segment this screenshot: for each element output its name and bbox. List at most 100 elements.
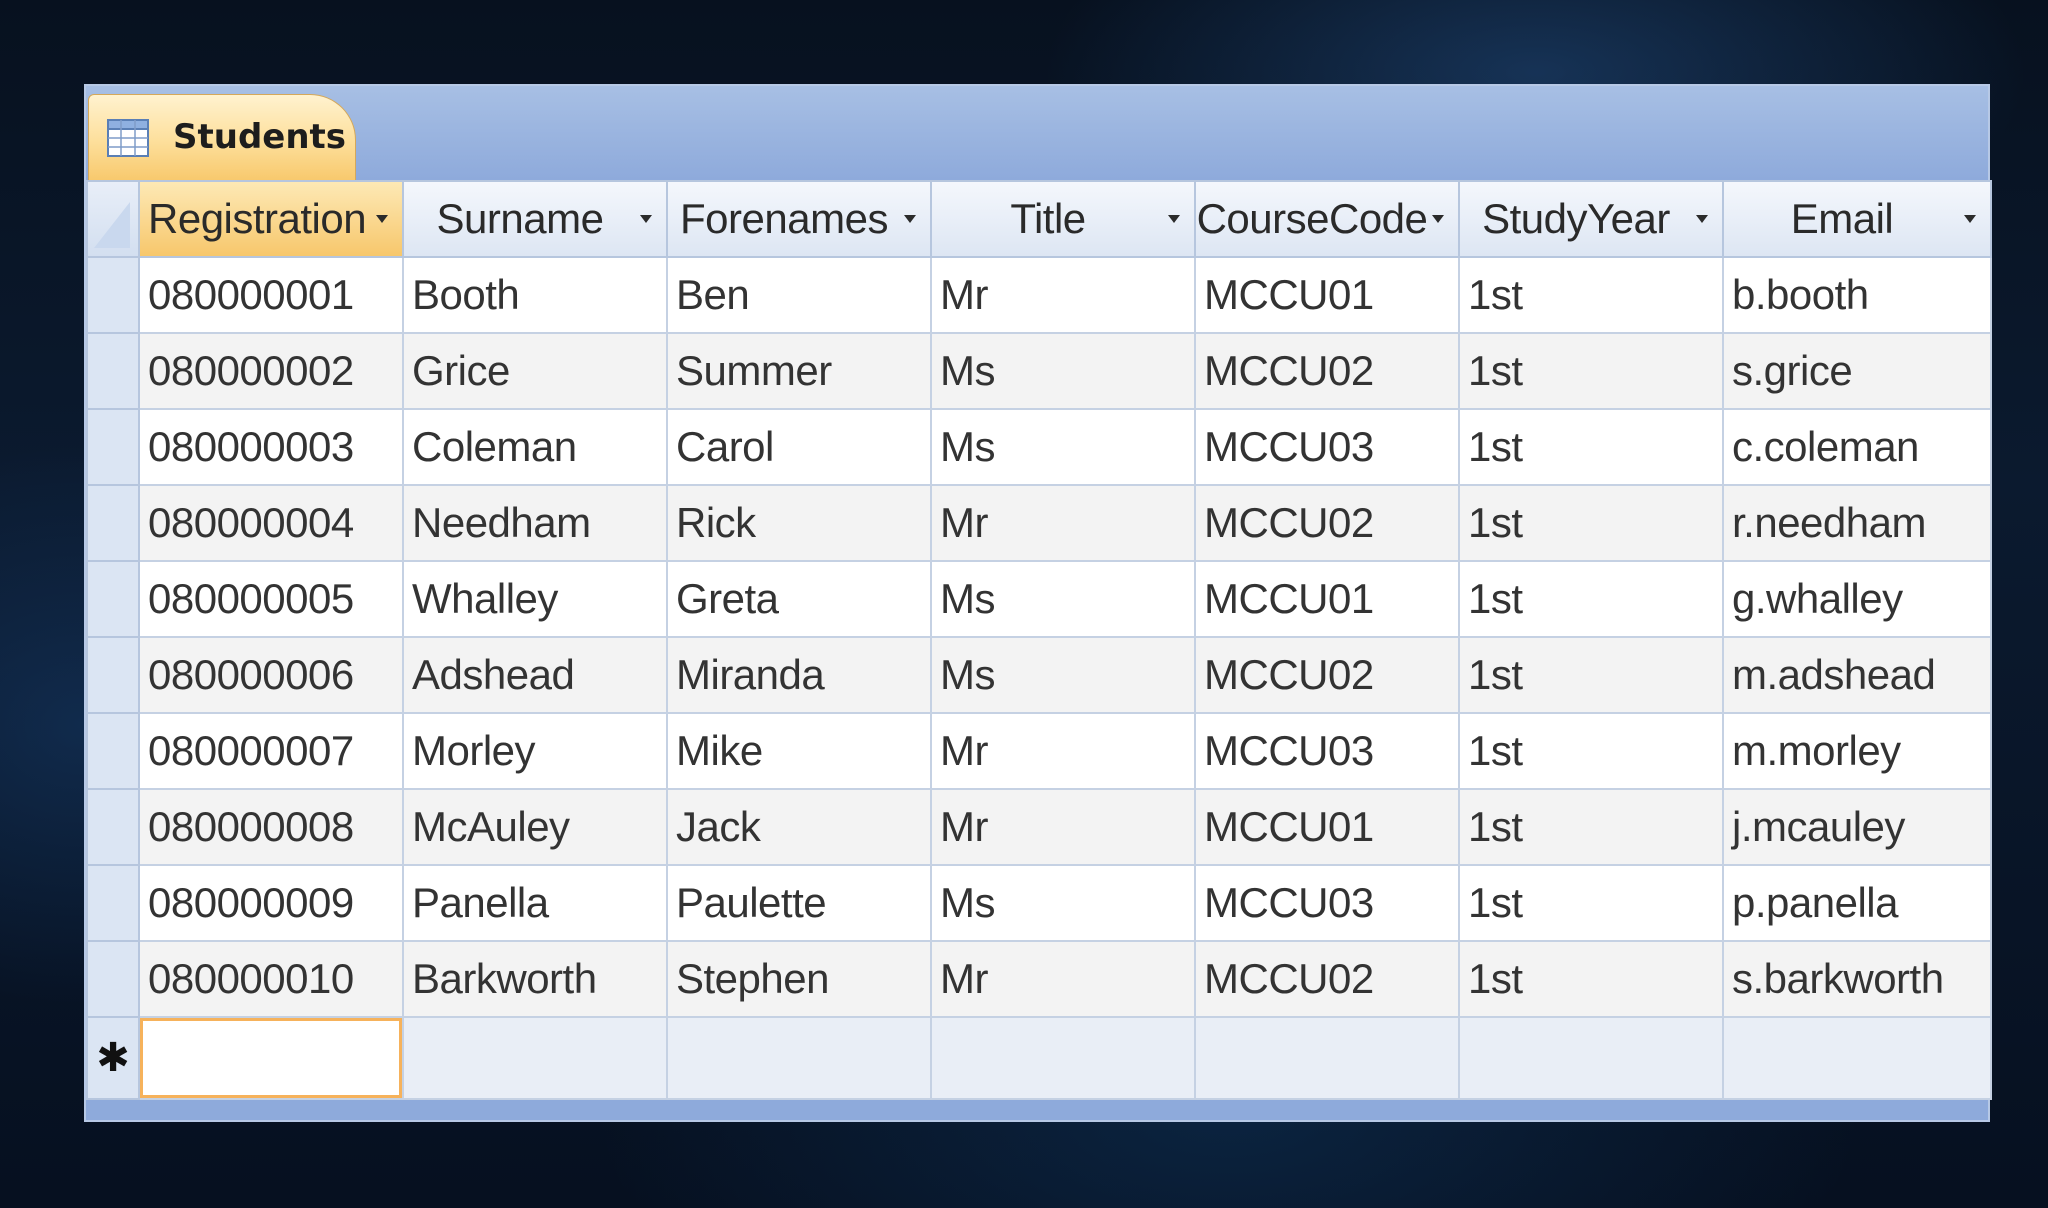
dropdown-arrow-icon[interactable] — [640, 215, 652, 223]
cell-registration[interactable]: 080000006 — [138, 636, 404, 714]
cell-title[interactable]: Ms — [930, 560, 1196, 638]
dropdown-arrow-icon[interactable] — [376, 215, 388, 223]
cell-registration[interactable]: 080000008 — [138, 788, 404, 866]
cell-registration[interactable]: 080000009 — [138, 864, 404, 942]
record-selector[interactable] — [86, 332, 140, 410]
record-selector[interactable] — [86, 864, 140, 942]
cell-title[interactable]: Mr — [930, 712, 1196, 790]
cell-surname[interactable]: Adshead — [402, 636, 668, 714]
column-header-coursecode[interactable]: CourseCode — [1194, 180, 1460, 258]
table-row[interactable]: 080000007 Morley Mike Mr MCCU03 1st m.morley — [86, 712, 1992, 790]
new-cell-studyyear[interactable] — [1458, 1016, 1724, 1100]
cell-surname[interactable]: Grice — [402, 332, 668, 410]
cell-title[interactable]: Mr — [930, 484, 1196, 562]
dropdown-arrow-icon[interactable] — [1168, 215, 1180, 223]
record-selector[interactable] — [86, 256, 140, 334]
record-selector[interactable] — [86, 788, 140, 866]
cell-registration[interactable]: 080000001 — [138, 256, 404, 334]
cell-email[interactable]: p.panella — [1722, 864, 1992, 942]
new-cell-email[interactable] — [1722, 1016, 1992, 1100]
record-selector[interactable] — [86, 712, 140, 790]
record-selector[interactable] — [86, 484, 140, 562]
new-cell-forenames[interactable] — [666, 1016, 932, 1100]
table-row[interactable]: 080000002 Grice Summer Ms MCCU02 1st s.grice — [86, 332, 1992, 410]
cell-forenames[interactable]: Miranda — [666, 636, 932, 714]
cell-studyyear[interactable]: 1st — [1458, 864, 1724, 942]
cell-coursecode[interactable]: MCCU02 — [1194, 332, 1460, 410]
record-selector[interactable]: ✱ — [86, 1016, 140, 1100]
cell-surname[interactable]: Booth — [402, 256, 668, 334]
cell-studyyear[interactable]: 1st — [1458, 636, 1724, 714]
cell-email[interactable]: r.needham — [1722, 484, 1992, 562]
cell-title[interactable]: Mr — [930, 256, 1196, 334]
cell-email[interactable]: m.adshead — [1722, 636, 1992, 714]
cell-forenames[interactable]: Jack — [666, 788, 932, 866]
cell-surname[interactable]: McAuley — [402, 788, 668, 866]
cell-registration[interactable]: 080000010 — [138, 940, 404, 1018]
cell-coursecode[interactable]: MCCU01 — [1194, 560, 1460, 638]
cell-surname[interactable]: Needham — [402, 484, 668, 562]
cell-surname[interactable]: Coleman — [402, 408, 668, 486]
cell-forenames[interactable]: Carol — [666, 408, 932, 486]
cell-surname[interactable]: Barkworth — [402, 940, 668, 1018]
column-header-studyyear[interactable]: StudyYear — [1458, 180, 1724, 258]
cell-studyyear[interactable]: 1st — [1458, 408, 1724, 486]
cell-studyyear[interactable]: 1st — [1458, 560, 1724, 638]
select-all-button[interactable] — [86, 180, 140, 258]
dropdown-arrow-icon[interactable] — [904, 215, 916, 223]
cell-title[interactable]: Ms — [930, 332, 1196, 410]
cell-coursecode[interactable]: MCCU03 — [1194, 712, 1460, 790]
dropdown-arrow-icon[interactable] — [1964, 215, 1976, 223]
table-row[interactable]: 080000009 Panella Paulette Ms MCCU03 1st p.pan… — [86, 864, 1992, 942]
cell-surname[interactable]: Whalley — [402, 560, 668, 638]
table-row[interactable]: 080000003 Coleman Carol Ms MCCU03 1st c.colema… — [86, 408, 1992, 486]
cell-email[interactable]: s.barkworth — [1722, 940, 1992, 1018]
cell-email[interactable]: j.mcauley — [1722, 788, 1992, 866]
cell-email[interactable]: s.grice — [1722, 332, 1992, 410]
new-cell-title[interactable] — [930, 1016, 1196, 1100]
cell-forenames[interactable]: Mike — [666, 712, 932, 790]
cell-coursecode[interactable]: MCCU02 — [1194, 940, 1460, 1018]
cell-coursecode[interactable]: MCCU02 — [1194, 636, 1460, 714]
table-row[interactable]: 080000006 Adshead Miranda Ms MCCU02 1st m.adsh… — [86, 636, 1992, 714]
cell-surname[interactable]: Morley — [402, 712, 668, 790]
record-selector[interactable] — [86, 560, 140, 638]
table-row[interactable]: 080000008 McAuley Jack Mr MCCU01 1st j.mcauley — [86, 788, 1992, 866]
column-header-forenames[interactable]: Forenames — [666, 180, 932, 258]
cell-title[interactable]: Ms — [930, 864, 1196, 942]
cell-title[interactable]: Ms — [930, 408, 1196, 486]
column-header-registration[interactable]: Registration — [138, 180, 404, 258]
cell-email[interactable]: m.morley — [1722, 712, 1992, 790]
new-cell-coursecode[interactable] — [1194, 1016, 1460, 1100]
column-header-email[interactable]: Email — [1722, 180, 1992, 258]
cell-coursecode[interactable]: MCCU03 — [1194, 864, 1460, 942]
cell-studyyear[interactable]: 1st — [1458, 940, 1724, 1018]
cell-title[interactable]: Mr — [930, 788, 1196, 866]
cell-coursecode[interactable]: MCCU03 — [1194, 408, 1460, 486]
cell-studyyear[interactable]: 1st — [1458, 484, 1724, 562]
table-row[interactable]: 080000005 Whalley Greta Ms MCCU01 1st g.whalle… — [86, 560, 1992, 638]
cell-forenames[interactable]: Rick — [666, 484, 932, 562]
cell-studyyear[interactable]: 1st — [1458, 332, 1724, 410]
cell-forenames[interactable]: Stephen — [666, 940, 932, 1018]
cell-registration[interactable]: 080000004 — [138, 484, 404, 562]
cell-title[interactable]: Ms — [930, 636, 1196, 714]
column-header-surname[interactable]: Surname — [402, 180, 668, 258]
cell-title[interactable]: Mr — [930, 940, 1196, 1018]
cell-registration[interactable]: 080000002 — [138, 332, 404, 410]
record-selector[interactable] — [86, 940, 140, 1018]
cell-studyyear[interactable]: 1st — [1458, 788, 1724, 866]
column-header-title[interactable]: Title — [930, 180, 1196, 258]
new-record-row[interactable]: ✱ — [86, 1016, 1992, 1100]
record-selector[interactable] — [86, 636, 140, 714]
cell-studyyear[interactable]: 1st — [1458, 256, 1724, 334]
cell-registration[interactable]: 080000003 — [138, 408, 404, 486]
cell-surname[interactable]: Panella — [402, 864, 668, 942]
cell-email[interactable]: b.booth — [1722, 256, 1992, 334]
cell-forenames[interactable]: Greta — [666, 560, 932, 638]
new-cell-registration[interactable] — [138, 1016, 404, 1100]
cell-studyyear[interactable]: 1st — [1458, 712, 1724, 790]
cell-registration[interactable]: 080000007 — [138, 712, 404, 790]
cell-coursecode[interactable]: MCCU01 — [1194, 788, 1460, 866]
dropdown-arrow-icon[interactable] — [1696, 215, 1708, 223]
